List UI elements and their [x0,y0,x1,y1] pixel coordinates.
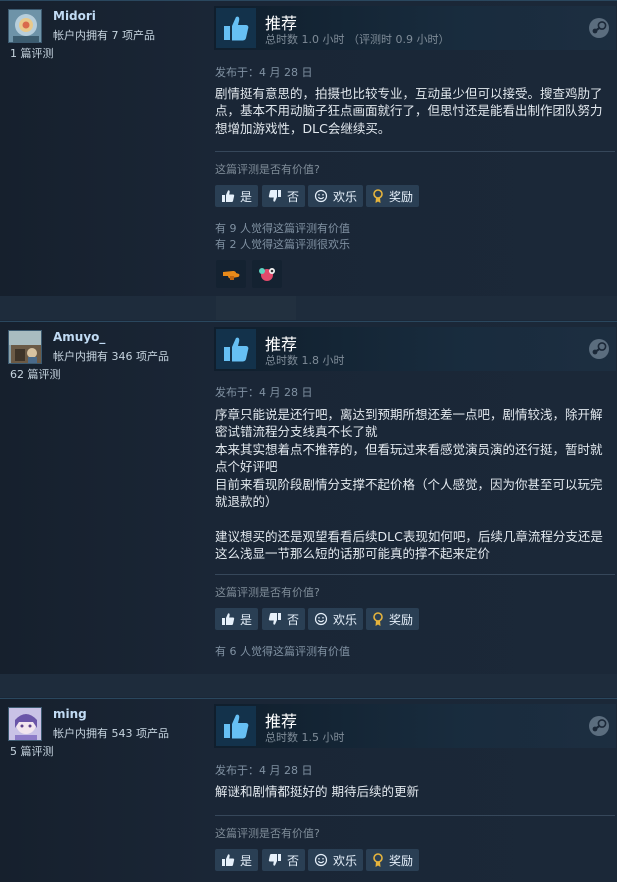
username[interactable]: ming [53,707,87,721]
review-card: Midori 帐户内拥有 7 项产品 1 篇评测 推荐 总时数 1.0 小时 （… [0,0,617,296]
thumbs-up-icon [216,329,256,369]
review-separator [0,674,617,697]
avatar[interactable] [8,330,42,364]
username[interactable]: Amuyo_ [53,330,105,344]
vote-yes-label: 是 [240,189,253,204]
award-medal-icon [373,852,383,867]
award-button[interactable]: 奖励 [366,849,420,871]
vote-yes-button[interactable]: 是 [215,185,259,207]
award-label: 奖励 [389,612,414,627]
vote-no-label: 否 [287,612,300,627]
vote-no-label: 否 [287,853,300,868]
thumbs-up-icon [216,706,256,746]
thumbs-up-icon [222,190,235,202]
playtime-hours: 总时数 1.8 小时 [265,354,345,367]
playtime-hours: 总时数 1.0 小时 （评测时 0.9 小时） [265,33,450,46]
review-paragraph: 本来其实想着点不推荐的，但看玩过来看感觉演员演的还行挺，暂时就点个好评吧 [215,441,603,475]
award-label: 奖励 [389,189,414,204]
vote-summary: 有 6 人觉得这篇评测有价值 [215,644,350,660]
vote-no-button[interactable]: 否 [262,608,306,630]
review-paragraph: 剧情挺有意思的，拍摄也比较专业，互动虽少但可以接受。搜查鸡肋了点，基本不用动脑子… [215,86,603,136]
review-count[interactable]: 62 篇评测 [10,366,61,382]
separator-ghost [216,296,296,320]
thumbs-down-icon [268,190,281,202]
vote-no-button[interactable]: 否 [262,185,306,207]
review-count[interactable]: 1 篇评测 [10,45,54,61]
thumbs-up-icon [216,8,256,48]
review-text: 序章只能说是还行吧，离达到预期所想还差一点吧，剧情较浅，除开解密试错流程分支线真… [215,406,610,563]
products-owned[interactable]: 帐户内拥有 346 项产品 [53,348,169,364]
vote-yes-label: 是 [240,612,253,627]
thumbs-down-icon [268,854,281,866]
award-label: 奖励 [389,853,414,868]
helpful-count: 有 6 人觉得这篇评测有价值 [215,645,350,658]
review-separator [0,296,617,320]
posted-date: 发布于：4 月 28 日 [215,386,313,399]
products-owned[interactable]: 帐户内拥有 7 项产品 [53,27,155,43]
review-card: Amuyo_ 帐户内拥有 346 项产品 62 篇评测 推荐 总时数 1.8 小… [0,321,617,674]
helpful-question: 这篇评测是否有价值? [215,163,320,176]
avatar[interactable] [8,9,42,43]
vote-no-button[interactable]: 否 [262,849,306,871]
vote-funny-button[interactable]: 欢乐 [308,849,364,871]
thumbs-up-icon [222,613,235,625]
divider [215,151,615,152]
vote-funny-button[interactable]: 欢乐 [308,185,364,207]
review-card: ming 帐户内拥有 543 项产品 5 篇评测 推荐 总时数 1.5 小时 发… [0,698,617,882]
hand-award-icon[interactable] [216,260,246,288]
award-medal-icon [373,188,383,203]
review-header[interactable]: 推荐 总时数 1.0 小时 （评测时 0.9 小时） [214,6,616,50]
funny-count: 有 2 人觉得这篇评测很欢乐 [215,238,350,251]
posted-date: 发布于：4 月 28 日 [215,66,313,79]
vote-funny-label: 欢乐 [333,189,358,204]
vote-funny-button[interactable]: 欢乐 [308,608,364,630]
review-header[interactable]: 推荐 总时数 1.5 小时 [214,704,616,748]
review-paragraph: 目前来看现阶段剧情分支撑不起价格（个人感觉，因为你甚至可以玩完就退款的） [215,476,603,510]
thumbs-up-icon [222,854,235,866]
smiley-icon [314,612,328,626]
vote-yes-button[interactable]: 是 [215,849,259,871]
divider [215,815,615,816]
divider [215,574,615,575]
steam-logo-icon [589,339,609,359]
award-button[interactable]: 奖励 [366,185,420,207]
review-paragraph: 序章只能说是还行吧，离达到预期所想还差一点吧，剧情较浅，除开解密试错流程分支线真… [215,407,603,440]
award-button[interactable]: 奖励 [366,608,420,630]
smiley-icon [314,189,328,203]
username[interactable]: Midori [53,9,96,23]
award-medal-icon [373,611,383,626]
playtime-hours: 总时数 1.5 小时 [265,731,345,744]
review-count[interactable]: 5 篇评测 [10,743,54,759]
vote-funny-label: 欢乐 [333,853,358,868]
vote-yes-button[interactable]: 是 [215,608,259,630]
review-header[interactable]: 推荐 总时数 1.8 小时 [214,327,616,371]
review-paragraph: 建议想买的还是观望看看后续DLC表现如何吧，后续几章流程分支还是这么浅显一节那么… [215,528,603,562]
steam-logo-icon [589,18,609,38]
review-text: 解谜和剧情都挺好的 期待后续的更新 [215,783,610,800]
helpful-count: 有 9 人觉得这篇评测有价值 [215,222,350,235]
vote-summary: 有 9 人觉得这篇评测有价值 有 2 人觉得这篇评测很欢乐 [215,221,350,253]
review-paragraph [215,510,610,527]
helpful-question: 这篇评测是否有价值? [215,827,320,840]
steam-logo-icon [589,716,609,736]
review-paragraph: 解谜和剧情都挺好的 期待后续的更新 [215,784,419,799]
vote-yes-label: 是 [240,853,253,868]
helpful-question: 这篇评测是否有价值? [215,586,320,599]
products-owned[interactable]: 帐户内拥有 543 项产品 [53,725,169,741]
posted-date: 发布于：4 月 28 日 [215,764,313,777]
heart-eyes-award-icon[interactable] [252,260,282,288]
thumbs-down-icon [268,613,281,625]
avatar[interactable] [8,707,42,741]
smiley-icon [314,853,328,867]
review-text: 剧情挺有意思的，拍摄也比较专业，互动虽少但可以接受。搜查鸡肋了点，基本不用动脑子… [215,85,610,137]
vote-no-label: 否 [287,189,300,204]
vote-funny-label: 欢乐 [333,612,358,627]
